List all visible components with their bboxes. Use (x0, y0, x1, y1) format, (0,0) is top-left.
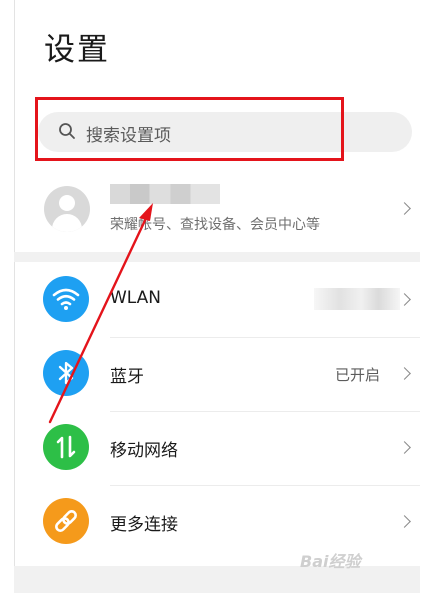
annotation-arrow (48, 203, 153, 424)
watermark: Bai经验 (300, 552, 361, 571)
